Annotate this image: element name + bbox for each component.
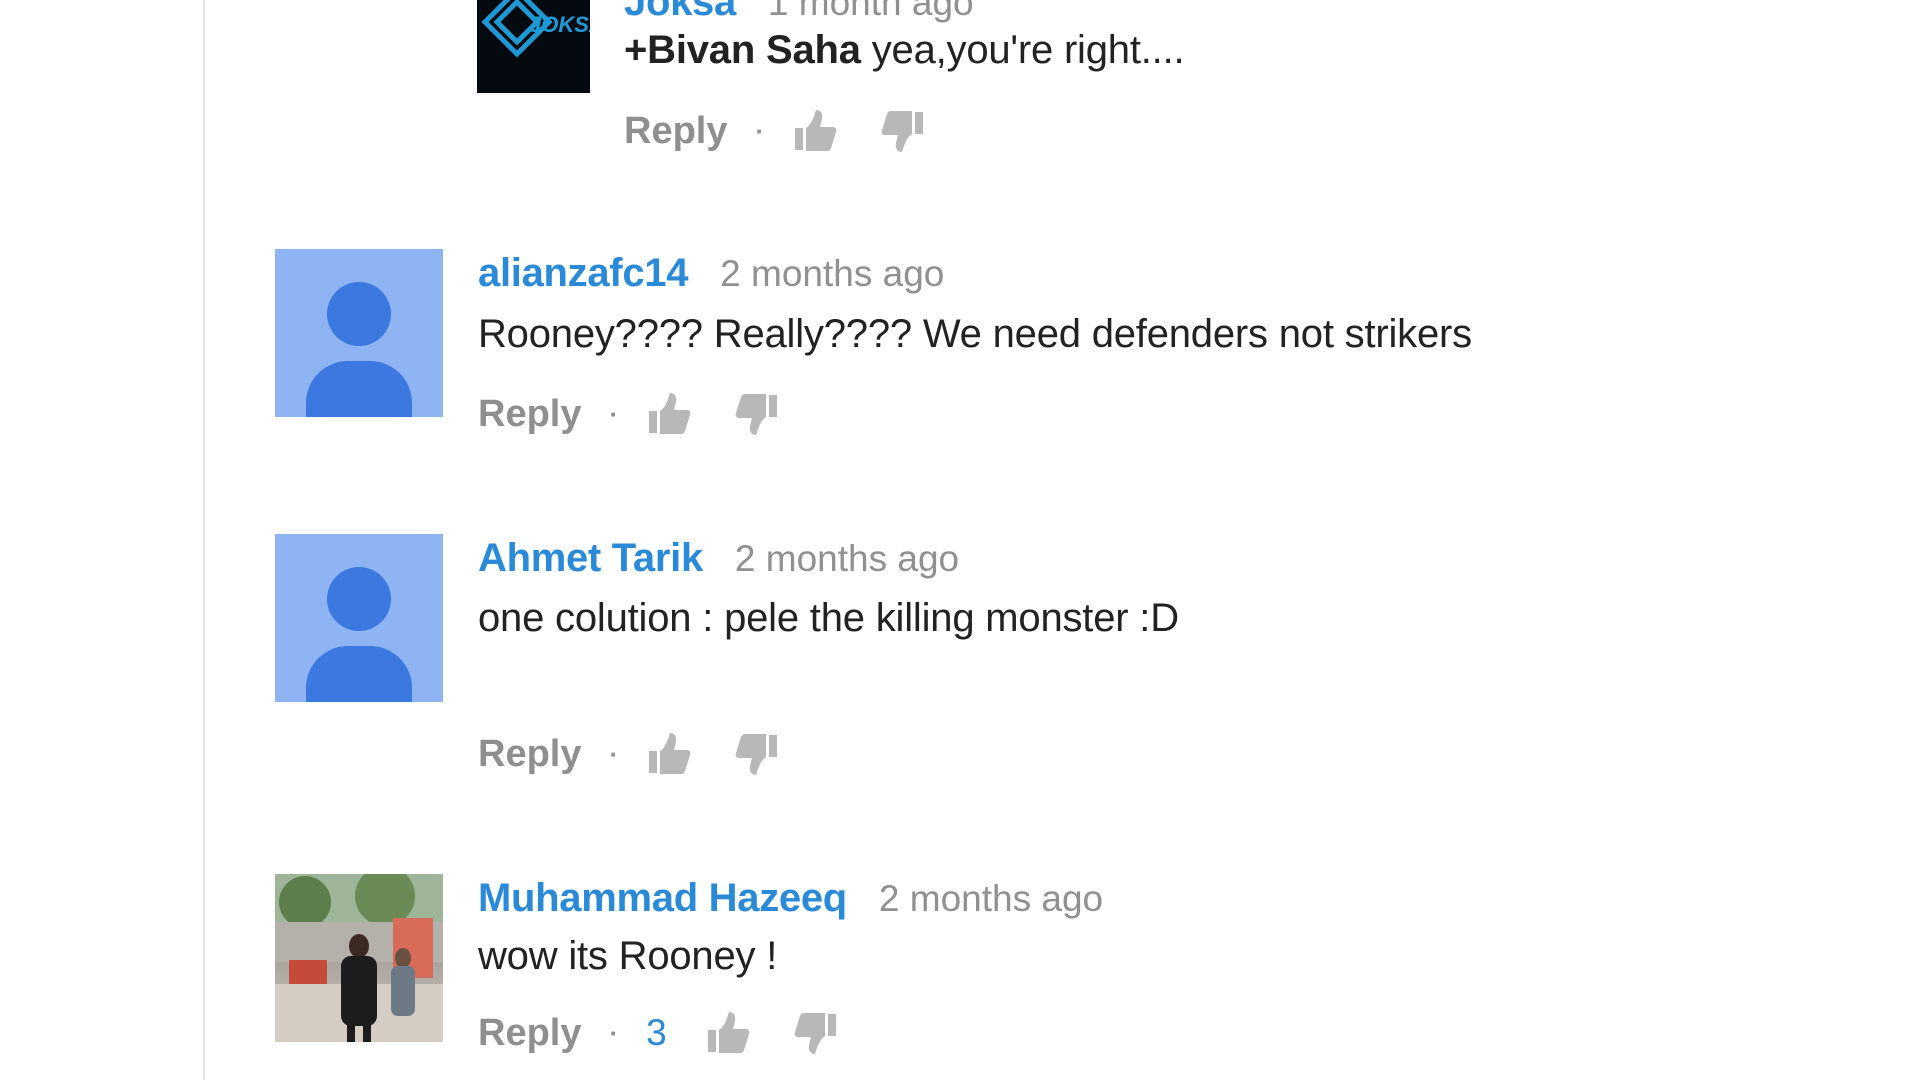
comment-actions: Reply · <box>624 108 968 154</box>
thumbs-down-icon[interactable] <box>734 731 780 777</box>
thumbs-up-icon[interactable] <box>792 108 838 154</box>
thumbs-down-icon[interactable] <box>793 1010 839 1056</box>
like-count: 3 <box>646 1012 667 1053</box>
thumbs-up-icon[interactable] <box>646 731 692 777</box>
author-name-link[interactable]: Joksa <box>624 0 736 24</box>
comment-item: alianzafc14 2 months ago Rooney???? Reall… <box>275 249 1875 449</box>
comment-actions: Reply · 3 <box>478 1010 881 1056</box>
logo-image: JOKSA <box>477 0 590 93</box>
comment-header: Joksa 1 month ago <box>624 0 974 25</box>
author-name-link[interactable]: alianzafc14 <box>478 251 688 295</box>
comment-actions: Reply · <box>478 391 822 437</box>
timestamp-link[interactable]: 2 months ago <box>879 878 1103 919</box>
thumbs-up-icon[interactable] <box>705 1010 751 1056</box>
thumbs-up-icon[interactable] <box>646 391 692 437</box>
separator-dot: · <box>755 115 765 146</box>
avatar[interactable]: JOKSA <box>477 0 590 93</box>
author-name-link[interactable]: Ahmet Tarik <box>478 536 703 580</box>
thumbs-down-icon[interactable] <box>880 108 926 154</box>
separator-dot: · <box>609 1017 619 1048</box>
timestamp-link[interactable]: 2 months ago <box>735 538 959 579</box>
comment-item: Muhammad Hazeeq 2 months ago wow its Roon… <box>275 874 1875 1074</box>
default-avatar-icon <box>327 282 391 346</box>
comments-page: JOKSA Joksa 1 month ago +Bivan Saha yea,y… <box>0 0 1920 1080</box>
comment-header: Muhammad Hazeeq 2 months ago <box>478 876 1103 921</box>
mention-link[interactable]: +Bivan Saha <box>624 28 861 72</box>
comment-header: alianzafc14 2 months ago <box>478 251 944 296</box>
comment-actions: Reply · <box>478 731 822 777</box>
timestamp-link[interactable]: 2 months ago <box>720 253 944 294</box>
thumbs-down-icon[interactable] <box>734 391 780 437</box>
logo-text: JOKSA <box>529 12 590 37</box>
reply-button[interactable]: Reply <box>624 110 727 153</box>
reply-button[interactable]: Reply <box>478 393 581 436</box>
comment-text: Rooney???? Really???? We need defenders … <box>478 312 1472 356</box>
comment-text: one colution : pele the killing monster … <box>478 596 1179 640</box>
comment-text: wow its Rooney ! <box>478 934 778 978</box>
default-avatar-icon <box>327 567 391 631</box>
comment-item: Ahmet Tarik 2 months ago one colution : p… <box>275 534 1875 794</box>
profile-photo <box>275 874 443 1042</box>
reply-button[interactable]: Reply <box>478 1012 581 1055</box>
timestamp-link[interactable]: 1 month ago <box>768 0 974 23</box>
comment-text: +Bivan Saha yea,you're right.... <box>624 28 1185 73</box>
avatar[interactable] <box>275 249 443 417</box>
comment-item: JOKSA Joksa 1 month ago +Bivan Saha yea,y… <box>0 0 1920 170</box>
comment-text-body: yea,you're right.... <box>860 28 1185 72</box>
separator-dot: · <box>609 738 619 769</box>
separator-dot: · <box>609 398 619 429</box>
reply-button[interactable]: Reply <box>478 733 581 776</box>
comment-header: Ahmet Tarik 2 months ago <box>478 536 959 581</box>
author-name-link[interactable]: Muhammad Hazeeq <box>478 876 847 920</box>
avatar[interactable] <box>275 874 443 1042</box>
avatar[interactable] <box>275 534 443 702</box>
